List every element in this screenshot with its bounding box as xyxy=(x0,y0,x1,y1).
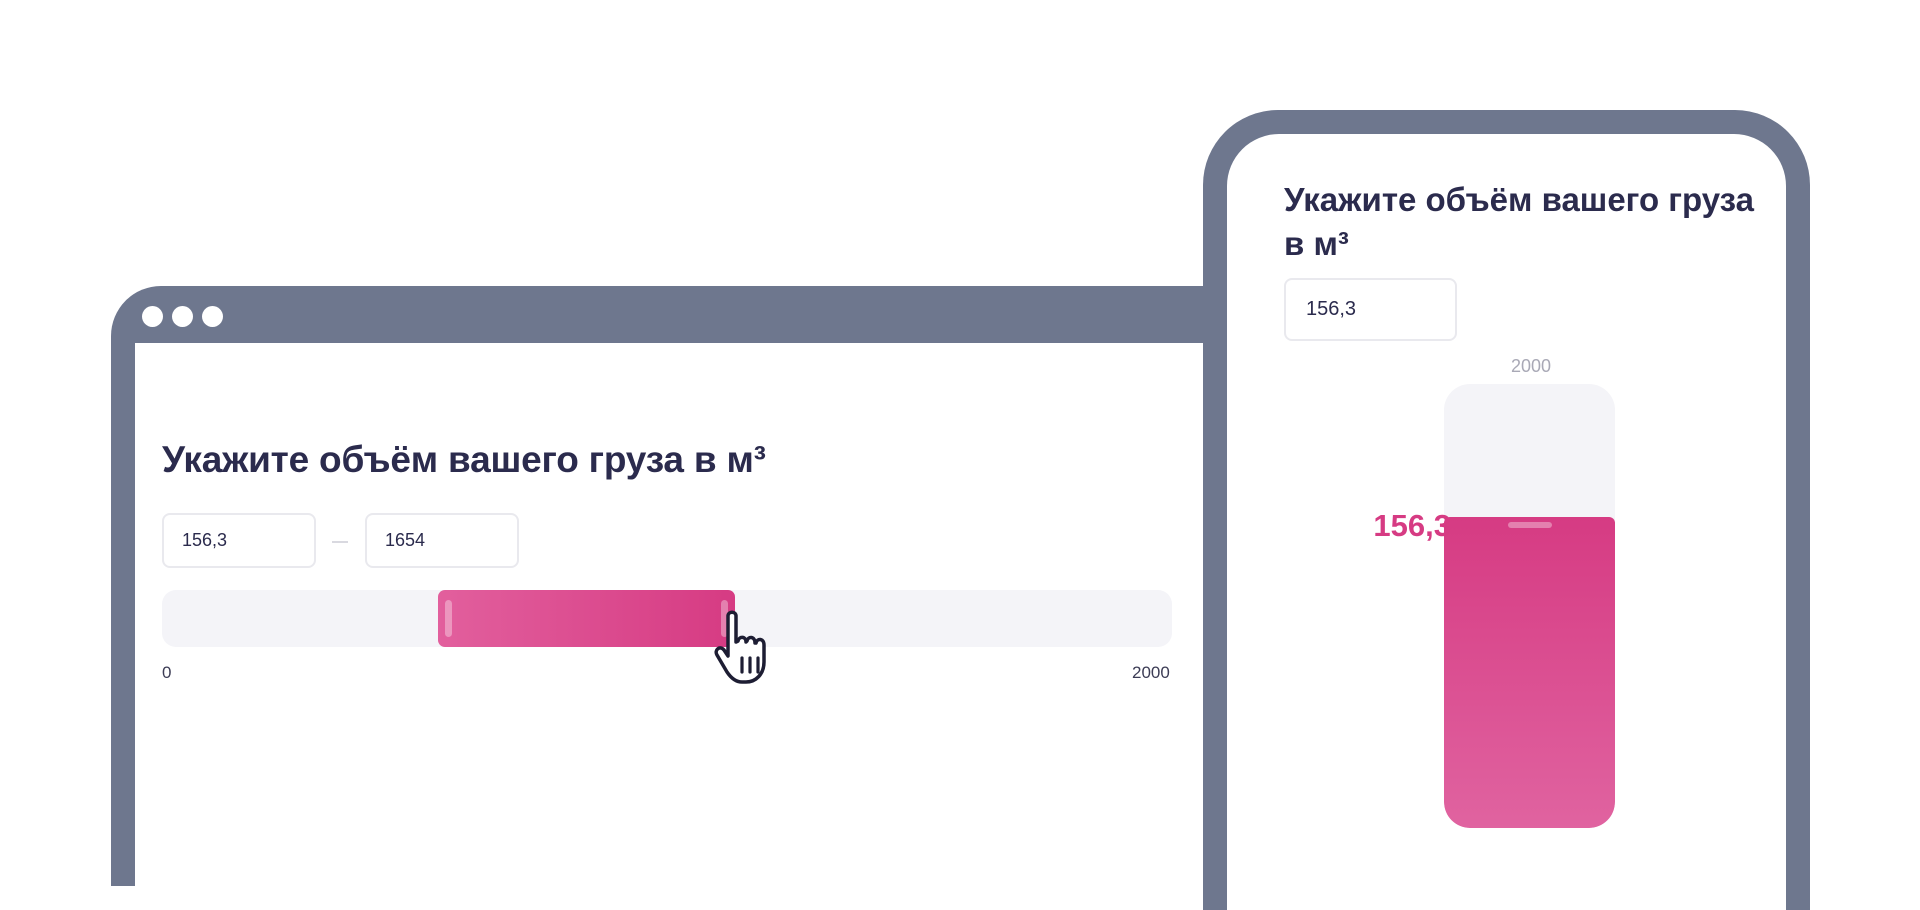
volume-min-input[interactable] xyxy=(162,513,316,568)
mobile-volume-title: Укажите объём вашего груза в м³ xyxy=(1284,181,1755,262)
range-handle-min[interactable] xyxy=(444,600,452,637)
mobile-slider-fill[interactable] xyxy=(1444,517,1615,828)
range-selection[interactable] xyxy=(437,590,735,647)
window-dot-close[interactable] xyxy=(142,306,163,327)
mobile-vertical-slider[interactable] xyxy=(1444,384,1615,828)
volume-title: Укажите объём вашего груза в м³ xyxy=(162,439,766,480)
mobile-slider-value-label: 156,3 xyxy=(1373,508,1451,543)
range-separator xyxy=(332,541,348,543)
desktop-page: Укажите объём вашего груза в м³ 0 2000 xyxy=(135,343,1221,886)
mobile-phone-frame: Укажите объём вашего груза в м³ 2000 156… xyxy=(1203,110,1810,910)
window-dot-maximize[interactable] xyxy=(202,306,223,327)
desktop-browser-frame: Укажите объём вашего груза в м³ 0 2000 xyxy=(111,286,1221,886)
window-dot-minimize[interactable] xyxy=(172,306,193,327)
mobile-slider-handle[interactable] xyxy=(1507,522,1552,529)
volume-max-input[interactable] xyxy=(365,513,519,568)
scale-max-label: 2000 xyxy=(1132,663,1170,682)
hand-pointer-icon xyxy=(714,610,766,684)
window-controls xyxy=(142,306,223,327)
mobile-scale-max-label: 2000 xyxy=(1510,356,1552,376)
mobile-volume-input[interactable] xyxy=(1284,278,1457,341)
mobile-page: Укажите объём вашего груза в м³ 2000 156… xyxy=(1227,134,1786,910)
volume-range-slider[interactable] xyxy=(162,590,1172,647)
scale-min-label: 0 xyxy=(162,663,172,682)
